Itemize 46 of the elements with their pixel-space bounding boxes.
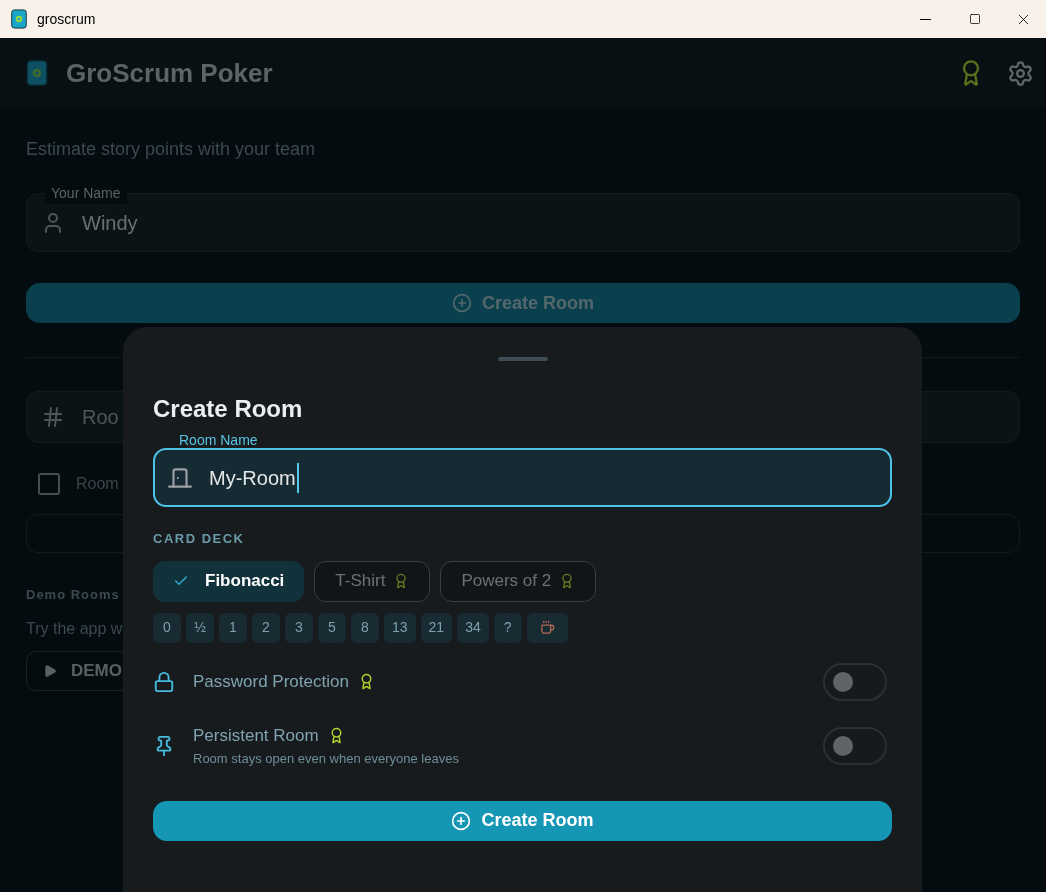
minimize-icon	[919, 18, 931, 20]
field-value: My-Room	[209, 462, 299, 493]
checkbox-label: Room	[76, 474, 119, 494]
demo-heading: Demo Rooms	[26, 586, 120, 604]
checkbox[interactable]	[38, 473, 60, 495]
card-value-chip: 13	[384, 612, 416, 643]
option-label: Persistent Room	[193, 725, 319, 747]
hash-icon	[41, 405, 65, 429]
card-value-chip: ?	[493, 612, 522, 643]
settings-icon[interactable]	[1007, 59, 1034, 87]
card-value-chip: 8	[351, 612, 379, 643]
deck-chip[interactable]: T-Shirt	[314, 560, 431, 602]
sheet-title: Create Room	[153, 394, 304, 424]
card-value-chip: 2	[252, 612, 280, 643]
section-label: CARD DECK	[153, 530, 246, 548]
create-room-button[interactable]: Create Room	[26, 283, 1020, 323]
drag-handle[interactable]	[497, 357, 548, 361]
app-logo-icon	[26, 59, 48, 87]
create-room-button[interactable]: Create Room	[153, 800, 892, 841]
option-label: Password Protection	[193, 670, 349, 693]
window-title: groscrum	[37, 9, 96, 29]
app-logo-icon	[10, 9, 28, 29]
field-placeholder: Roo	[82, 405, 119, 430]
lock-icon	[153, 670, 175, 693]
deck-chip[interactable]: Powers of 2	[440, 560, 597, 602]
demo-text: Try the app w	[26, 618, 123, 639]
play-icon	[43, 663, 57, 678]
maximize-icon	[969, 13, 981, 25]
card-value-chip: ½	[186, 612, 214, 643]
card-value-chip: 0	[153, 612, 181, 643]
card-value-chip: 21	[420, 612, 453, 643]
plus-circle-icon	[451, 810, 472, 831]
toggle-switch[interactable]	[823, 726, 887, 765]
card-value-chip: 5	[318, 612, 346, 643]
card-value-chip: 3	[285, 612, 313, 643]
option-description: Room stays open even when everyone leaves	[193, 749, 459, 768]
toggle-switch[interactable]	[823, 662, 887, 701]
field-value: Windy	[82, 210, 138, 236]
subtitle: Estimate story points with your team	[26, 138, 316, 161]
coffee-cup-icon	[539, 620, 555, 635]
card-value-chip: 1	[219, 612, 247, 643]
room-name-field[interactable]: My-Room	[153, 448, 892, 507]
plus-circle-icon	[452, 293, 472, 313]
deck-chip[interactable]: Fibonacci	[153, 560, 305, 602]
app-title: GroScrum Poker	[66, 56, 273, 90]
card-value-chip: 34	[457, 612, 489, 643]
